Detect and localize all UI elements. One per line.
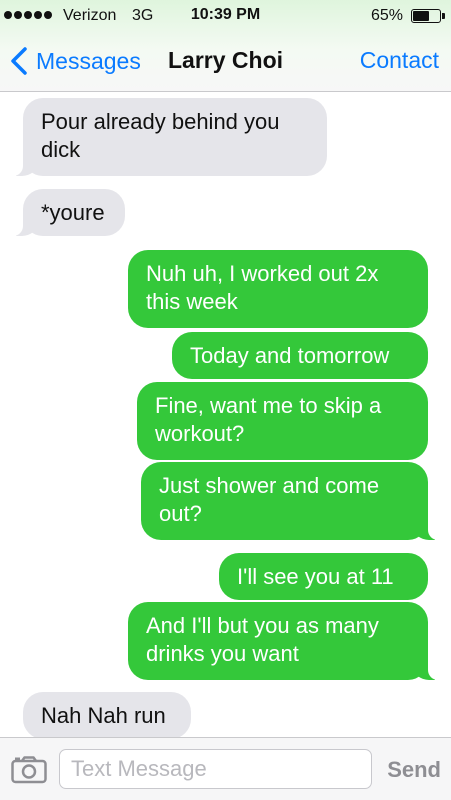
message-bubble-incoming[interactable]: Pour already behind you dick	[11, 98, 327, 176]
header: Verizon 3G 10:39 PM 65% Messages Larry C…	[0, 0, 451, 92]
message-bubble-incoming[interactable]: *youre	[11, 189, 125, 236]
battery-percent: 65%	[370, 7, 403, 24]
message-bubble-outgoing[interactable]: Today and tomorrow	[172, 332, 428, 379]
message-bubble-outgoing[interactable]: Nuh uh, I worked out 2x this week	[128, 250, 428, 328]
battery-icon	[411, 9, 445, 23]
battery-level-fill	[413, 11, 429, 21]
message-composer: Send	[0, 737, 451, 800]
message-bubble-outgoing[interactable]: Just shower and come out?	[141, 462, 440, 540]
navigation-bar: Messages Larry Choi Contact	[0, 32, 451, 90]
camera-icon[interactable]	[11, 756, 47, 784]
message-bubble-outgoing[interactable]: Fine, want me to skip a workout?	[137, 382, 428, 460]
send-button[interactable]: Send	[387, 757, 441, 783]
message-thread[interactable]: Pour already behind you dick *youre Nuh …	[0, 92, 451, 737]
text-message-input[interactable]	[59, 749, 372, 789]
messages-screen: Verizon 3G 10:39 PM 65% Messages Larry C…	[0, 0, 451, 800]
message-bubble-outgoing[interactable]: And I'll but you as many drinks you want	[128, 602, 440, 680]
status-bar: Verizon 3G 10:39 PM 65%	[0, 0, 451, 32]
message-bubble-outgoing[interactable]: I'll see you at 11	[219, 553, 428, 600]
contact-button[interactable]: Contact	[360, 47, 439, 74]
message-bubble-incoming[interactable]: Nah Nah run	[23, 692, 191, 737]
